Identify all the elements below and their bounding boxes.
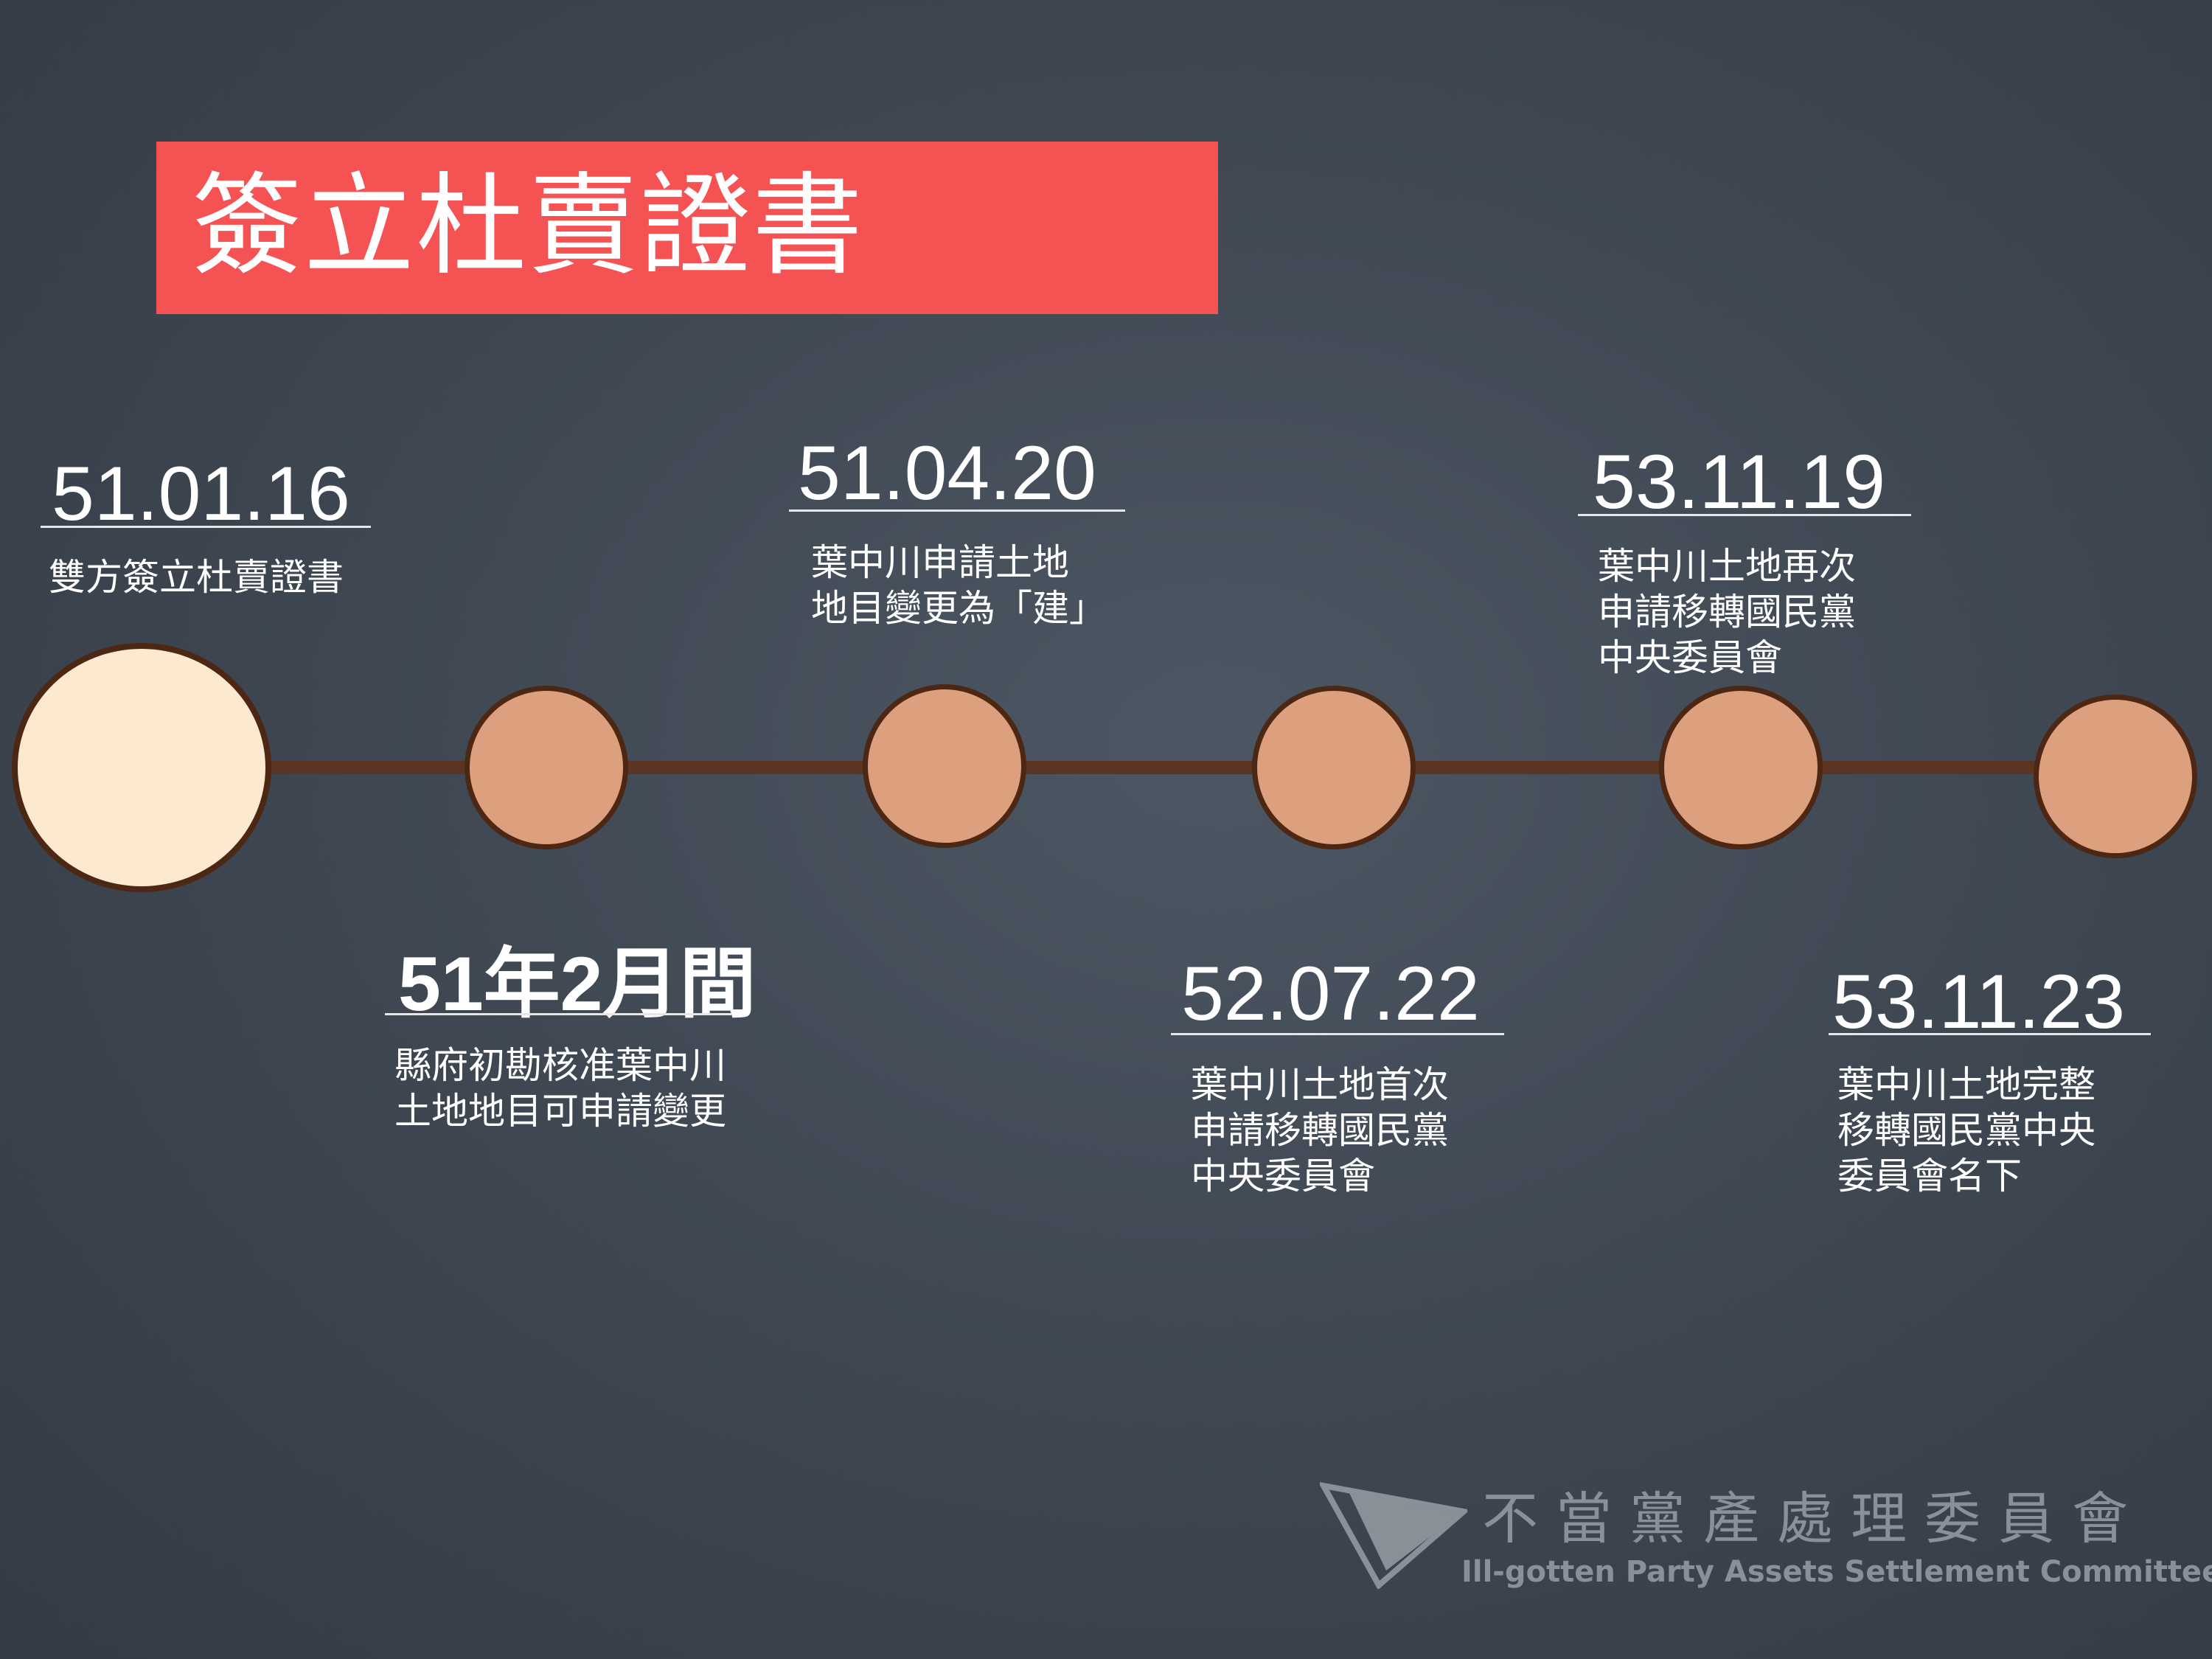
timeline-node-2 — [465, 686, 628, 849]
timeline-node-5 — [1659, 686, 1823, 849]
event-date-1: 51.01.16 — [52, 451, 350, 537]
event-underline-5 — [1578, 514, 1911, 516]
timeline-node-3 — [863, 684, 1026, 848]
slide-title: 簽立杜賣證書 — [192, 162, 865, 291]
event-description-6: 葉中川土地完整 移轉國民黨中央 委員會名下 — [1837, 1063, 2096, 1197]
event-underline-2 — [385, 1013, 731, 1015]
timeline-node-4 — [1252, 686, 1416, 849]
event-underline-3 — [789, 509, 1125, 512]
event-description-4: 葉中川土地首次 申請移轉國民黨 中央委員會 — [1191, 1063, 1449, 1197]
timeline-node-1 — [12, 643, 271, 892]
event-date-3: 51.04.20 — [798, 431, 1096, 516]
event-underline-4 — [1171, 1033, 1504, 1035]
event-underline-6 — [1829, 1033, 2151, 1035]
event-date-6: 53.11.23 — [1832, 959, 2126, 1045]
event-date-4: 52.07.22 — [1181, 951, 1480, 1037]
committee-name-zh: 不當黨產處理委員會 — [1482, 1486, 2146, 1551]
event-description-5: 葉中川土地再次 申請移轉國民黨 中央委員會 — [1598, 545, 1856, 679]
event-description-1: 雙方簽立杜賣證書 — [49, 556, 344, 599]
event-underline-1 — [41, 526, 371, 528]
event-description-2: 縣府初勘核准葉中川 土地地目可申請變更 — [394, 1044, 726, 1133]
committee-name-en: Ill-gotten Party Assets Settlement Commi… — [1461, 1555, 2212, 1589]
event-date-5: 53.11.19 — [1593, 439, 1886, 525]
event-description-3: 葉中川申請土地 地目變更為「建」 — [811, 541, 1106, 630]
timeline-node-6 — [2034, 695, 2197, 858]
event-date-2: 51年2月間 — [398, 942, 757, 1027]
committee-logo-icon — [1320, 1482, 1467, 1589]
